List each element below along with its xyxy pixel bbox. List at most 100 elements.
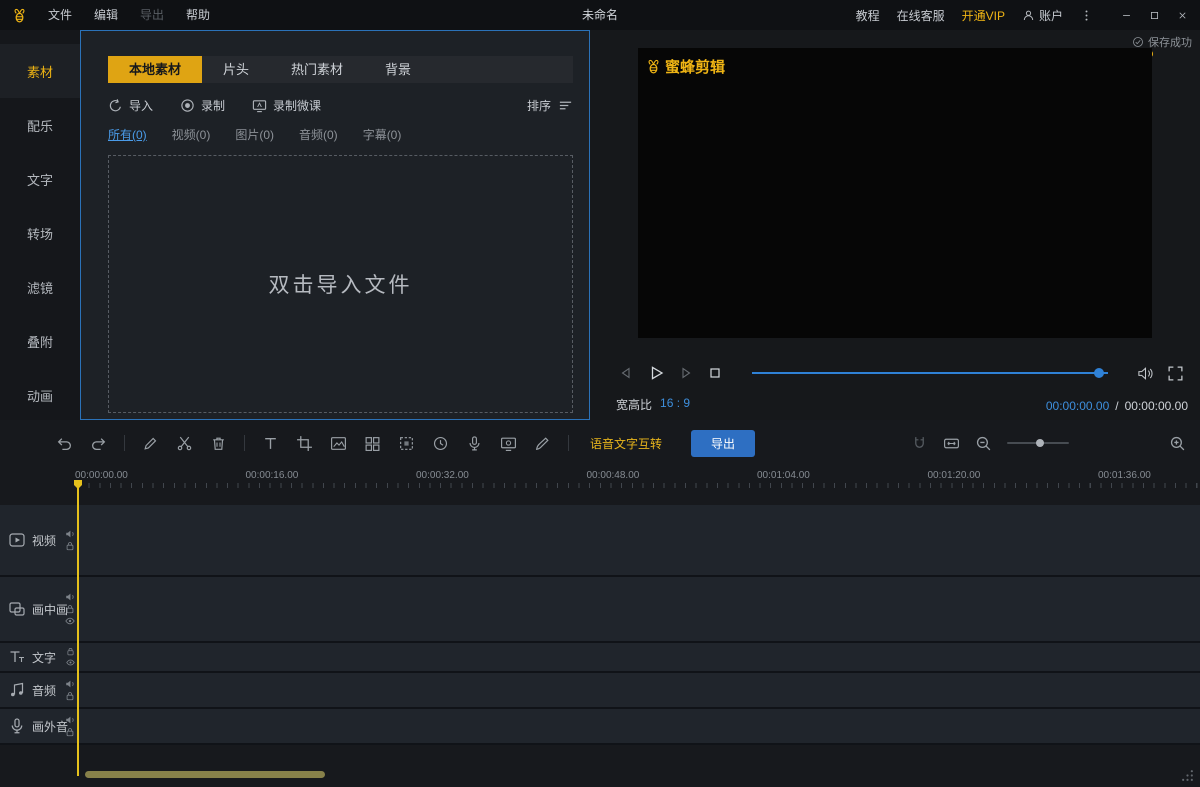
window-title: 未命名 (581, 8, 618, 22)
screen-record-icon[interactable] (500, 435, 517, 452)
track-head-text[interactable]: 文字 (0, 643, 78, 671)
tab-1[interactable]: 片头 (202, 56, 270, 83)
filter-2[interactable]: 图片(0) (235, 126, 274, 143)
text-track-icon (8, 648, 26, 666)
mute-icon[interactable] (65, 592, 75, 602)
track-lane-voiceover[interactable] (78, 709, 1200, 743)
sidebar-item-6[interactable]: 动画 (0, 368, 80, 422)
mute-icon[interactable] (65, 679, 75, 689)
track-controls (65, 679, 75, 701)
seek-handle[interactable] (1094, 368, 1104, 378)
menu-item-3[interactable]: 帮助 (175, 0, 221, 30)
import-dropzone[interactable]: 双击导入文件 (108, 155, 573, 413)
export-button[interactable]: 导出 (691, 429, 756, 457)
track-head-pip[interactable]: 画中画 (0, 577, 78, 641)
mute-icon[interactable] (65, 529, 75, 539)
aspect-value[interactable]: 16 : 9 (660, 396, 690, 413)
annotate-icon[interactable] (534, 435, 551, 452)
mute-icon[interactable] (65, 715, 75, 725)
next-frame-button[interactable] (678, 365, 694, 381)
sidebar-item-3[interactable]: 转场 (0, 206, 80, 260)
close-button[interactable] (1168, 0, 1196, 30)
voice-record-icon[interactable] (466, 435, 483, 452)
track-grid-icon[interactable] (364, 435, 381, 452)
duration-icon[interactable] (432, 435, 449, 452)
resize-grip-icon[interactable] (1181, 769, 1194, 782)
track-lane-video[interactable] (78, 505, 1200, 575)
lock-icon[interactable] (65, 691, 75, 701)
track-lane-text[interactable] (78, 643, 1200, 671)
split-icon[interactable] (176, 435, 193, 452)
filter-0[interactable]: 所有(0) (108, 126, 147, 143)
menu-item-0[interactable]: 文件 (37, 0, 83, 30)
more-menu-icon[interactable] (1080, 9, 1093, 22)
support-link[interactable]: 在线客服 (897, 7, 945, 24)
previous-frame-button[interactable] (618, 365, 634, 381)
zoom-handle[interactable] (1035, 439, 1044, 447)
minimize-icon (1121, 10, 1132, 21)
minimize-button[interactable] (1112, 0, 1140, 30)
seek-slider[interactable] (752, 368, 1108, 378)
video-track-icon (8, 531, 26, 549)
fit-timeline-icon[interactable] (943, 435, 960, 452)
ruler-label: 00:00:32.00 (416, 470, 469, 481)
sidebar-item-4[interactable]: 滤镜 (0, 260, 80, 314)
delete-icon[interactable] (210, 435, 227, 452)
tab-2[interactable]: 热门素材 (270, 56, 364, 83)
save-status-text: 保存成功 (1148, 37, 1192, 49)
stop-button[interactable] (707, 365, 723, 381)
mosaic-icon[interactable] (398, 435, 415, 452)
tab-3[interactable]: 背景 (364, 56, 432, 83)
crop-icon[interactable] (296, 435, 313, 452)
filter-3[interactable]: 音频(0) (299, 126, 338, 143)
fullscreen-icon[interactable] (1167, 365, 1184, 382)
filter-1[interactable]: 视频(0) (172, 126, 211, 143)
divider (244, 435, 245, 451)
zoom-in-icon[interactable] (1169, 435, 1186, 452)
track-head-video[interactable]: 视频 (0, 505, 78, 575)
lock-icon[interactable] (66, 647, 75, 656)
volume-icon[interactable] (1137, 365, 1154, 382)
freeze-frame-icon[interactable] (330, 435, 347, 452)
account-button[interactable]: 账户 (1022, 7, 1063, 24)
edit-icon[interactable] (142, 435, 159, 452)
ruler-label: 00:00:48.00 (586, 470, 640, 481)
lock-icon[interactable] (65, 541, 75, 551)
zoom-out-icon[interactable] (975, 435, 992, 452)
menu-item-1[interactable]: 编辑 (83, 0, 129, 30)
sidebar-item-1[interactable]: 配乐 (0, 98, 80, 152)
tab-0[interactable]: 本地素材 (108, 56, 203, 83)
track-head-audio[interactable]: 音频 (0, 673, 78, 707)
record-lesson-button[interactable]: 录制微课 (252, 97, 321, 114)
snap-icon[interactable] (911, 435, 928, 452)
lock-icon[interactable] (65, 604, 75, 614)
redo-icon[interactable] (90, 435, 107, 452)
aspect-label: 宽高比 (616, 398, 653, 412)
voice-text-button[interactable]: 语音文字互转 (590, 435, 662, 452)
maximize-button[interactable] (1140, 0, 1168, 30)
undo-icon[interactable] (56, 435, 73, 452)
hide-icon[interactable] (66, 658, 75, 667)
maximize-icon (1149, 10, 1160, 21)
vip-link[interactable]: 开通VIP (962, 7, 1005, 24)
sidebar-item-0[interactable]: 素材 (0, 44, 80, 98)
tutorial-link[interactable]: 教程 (856, 7, 880, 24)
playhead[interactable] (77, 480, 79, 776)
record-button[interactable]: 录制 (180, 97, 225, 114)
hide-icon[interactable] (65, 616, 75, 626)
watermark: 蜜蜂剪辑 (645, 56, 725, 77)
sort-button[interactable]: 排序 (527, 97, 573, 114)
import-button[interactable]: 导入 (108, 97, 153, 114)
track-head-voiceover[interactable]: 画外音 (0, 709, 78, 743)
zoom-slider[interactable] (1007, 439, 1069, 447)
filter-4[interactable]: 字幕(0) (363, 126, 402, 143)
text-icon[interactable] (262, 435, 279, 452)
track-controls (65, 715, 75, 737)
sidebar-item-5[interactable]: 叠附 (0, 314, 80, 368)
lock-icon[interactable] (65, 727, 75, 737)
horizontal-scrollbar[interactable] (85, 771, 325, 778)
sidebar-item-2[interactable]: 文字 (0, 152, 80, 206)
play-button[interactable] (647, 364, 665, 382)
track-lane-audio[interactable] (78, 673, 1200, 707)
track-lane-pip[interactable] (78, 577, 1200, 641)
